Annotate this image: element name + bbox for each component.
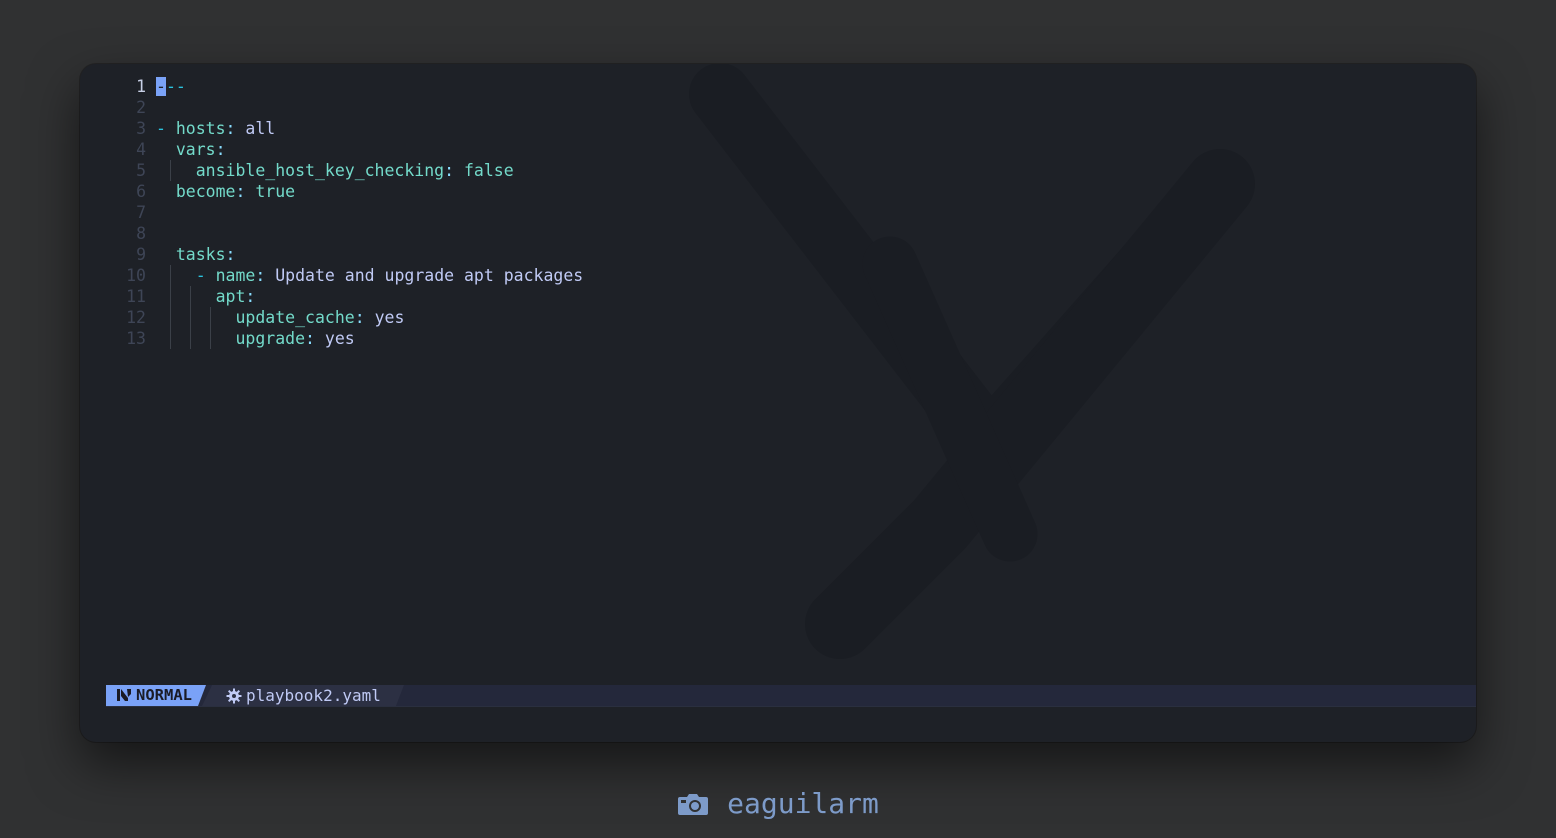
token: tasks xyxy=(175,245,226,264)
token: false xyxy=(463,161,514,180)
token: yes xyxy=(374,308,405,327)
editor-line[interactable]: 6 become: true xyxy=(80,181,1476,202)
editor-line[interactable]: 10 - name: Update and upgrade apt packag… xyxy=(80,265,1476,286)
token: - xyxy=(195,266,216,285)
token: Update and upgrade apt packages xyxy=(275,266,584,285)
line-number: 11 xyxy=(126,287,146,306)
line-number: 4 xyxy=(136,140,146,159)
token: vars xyxy=(175,140,216,159)
author-credit: eaguilarm xyxy=(0,784,1556,824)
line-number: 13 xyxy=(126,329,146,348)
camera-icon xyxy=(678,794,709,815)
mode-indicator: NORMAL xyxy=(106,685,206,706)
editor-line[interactable]: 3- hosts: all xyxy=(80,118,1476,139)
token: upgrade xyxy=(235,329,306,348)
editor-line[interactable]: 1 --- xyxy=(80,76,1476,97)
line-number: 3 xyxy=(136,119,146,138)
token: - xyxy=(156,119,176,138)
token: : xyxy=(225,119,246,138)
token: update_cache xyxy=(235,308,355,327)
filename: playbook2.yaml xyxy=(246,686,381,705)
line-content: - name: Update and upgrade apt packages xyxy=(156,265,583,286)
editor-line[interactable]: 9 tasks: xyxy=(80,244,1476,265)
line-content: ansible_host_key_checking: false xyxy=(156,160,514,181)
line-number: 12 xyxy=(126,308,146,327)
cursor: - xyxy=(156,77,166,96)
token: true xyxy=(255,182,296,201)
line-content: - hosts: all xyxy=(156,118,275,139)
divider xyxy=(106,706,1476,707)
line-number: 8 xyxy=(136,224,146,243)
mode-label: NORMAL xyxy=(136,686,192,704)
editor-line[interactable]: 12 update_cache: yes xyxy=(80,307,1476,328)
editor-line[interactable]: 11 apt: xyxy=(80,286,1476,307)
token: name xyxy=(215,266,256,285)
token: yes xyxy=(324,329,355,348)
line-number: 6 xyxy=(136,182,146,201)
editor-line[interactable]: 5 ansible_host_key_checking: false xyxy=(80,160,1476,181)
line-number: 7 xyxy=(136,203,146,222)
token: hosts xyxy=(175,119,226,138)
username: eaguilarm xyxy=(727,787,879,820)
line-content: vars: xyxy=(156,139,226,160)
line-number: 1 xyxy=(136,77,146,96)
token: : xyxy=(245,287,256,306)
line-content: --- xyxy=(156,76,186,97)
token: : xyxy=(305,329,325,348)
line-content: update_cache: yes xyxy=(156,307,404,328)
line-content: upgrade: yes xyxy=(156,328,355,349)
token: : xyxy=(255,266,276,285)
editor-buffer[interactable]: 1 --- 2 3- hosts: all 4 vars: 5 ansible_host_… xyxy=(80,76,1476,349)
token: : xyxy=(354,308,375,327)
neovim-icon xyxy=(117,689,131,701)
token: ansible_host_key_checking xyxy=(195,161,445,180)
statusline: NORMAL playbook2.yaml xyxy=(106,685,1476,706)
line-number: 5 xyxy=(136,161,146,180)
editor-line[interactable]: 8 xyxy=(80,223,1476,244)
token: become xyxy=(175,182,236,201)
gear-icon xyxy=(226,688,242,704)
line-content: apt: xyxy=(156,286,256,307)
token: : xyxy=(225,245,236,264)
editor-line[interactable]: 13 upgrade: yes xyxy=(80,328,1476,349)
line-content: tasks: xyxy=(156,244,236,265)
line-number: 2 xyxy=(136,98,146,117)
line-number: 9 xyxy=(136,245,146,264)
token: : xyxy=(444,161,464,180)
editor-line[interactable]: 4 vars: xyxy=(80,139,1476,160)
token: : xyxy=(215,140,226,159)
editor-line[interactable]: 2 xyxy=(80,97,1476,118)
line-content: become: true xyxy=(156,181,295,202)
token: all xyxy=(245,119,276,138)
editor-line[interactable]: 7 xyxy=(80,202,1476,223)
terminal-window: 1 --- 2 3- hosts: all 4 vars: 5 ansible_host_… xyxy=(80,64,1476,742)
token: apt xyxy=(215,287,246,306)
token: : xyxy=(235,182,256,201)
token: -- xyxy=(165,77,186,96)
line-number: 10 xyxy=(126,266,146,285)
